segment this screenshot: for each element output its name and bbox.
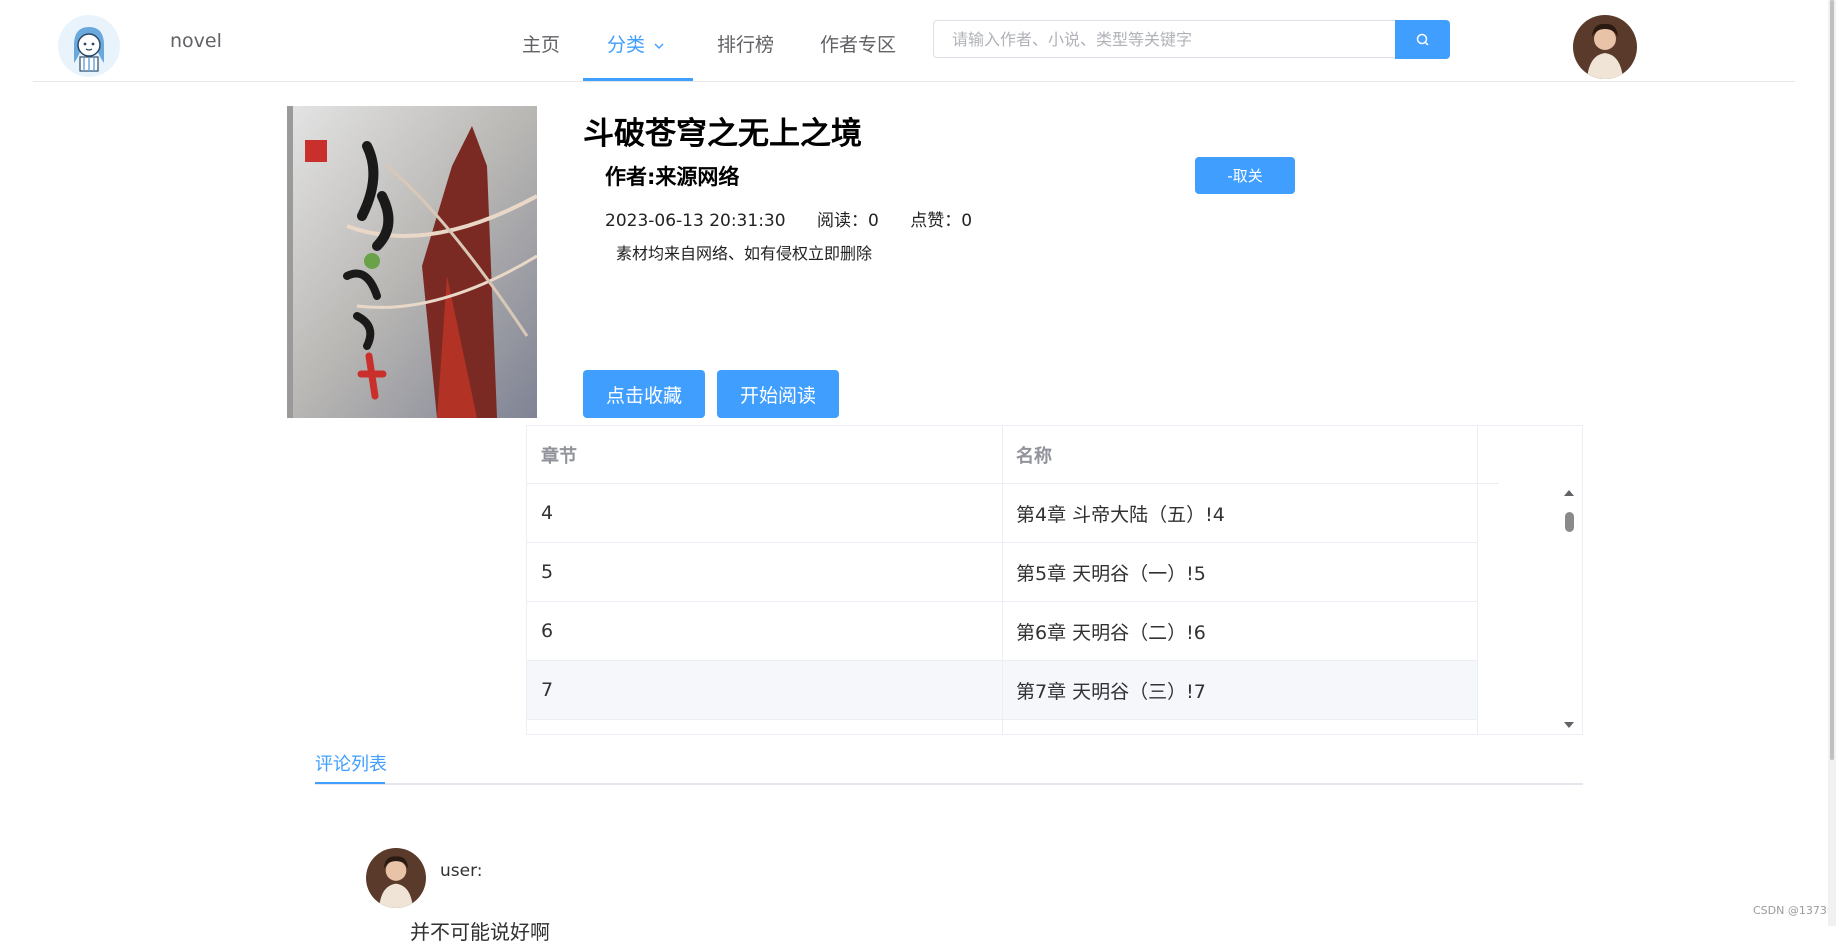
chapter-name: 第5章 天明谷（一）!5 [1016,562,1206,585]
nav-home[interactable]: 主页 [522,30,560,57]
column-header-gutter [1477,426,1499,484]
column-divider [1002,426,1003,734]
user-avatar[interactable] [1573,15,1637,79]
book-cover-image [287,106,537,418]
nav-author-zone[interactable]: 作者专区 [820,30,896,57]
top-navbar: novel 主页 分类 排行榜 作者专区 [0,0,1836,82]
cover-spine [287,106,293,418]
chapter-number: 7 [541,679,554,701]
like-count: 点赞：0 [910,211,973,231]
nav-category[interactable]: 分类 [607,30,665,57]
tab-active-indicator [315,782,385,784]
book-title: 斗破苍穹之无上之境 [583,116,862,152]
chapter-table: 章节 名称 4 第4章 斗帝大陆（五）!4 5 第5章 天明谷（一）!5 6 第… [526,425,1583,735]
chevron-down-icon [654,43,664,49]
publish-datetime: 2023-06-13 20:31:30 [605,211,786,231]
chapter-name: 第6章 天明谷（二）!6 [1016,621,1206,644]
book-description: 素材均来自网络、如有侵权立即删除 [616,244,873,263]
tab-comment-list[interactable]: 评论列表 [315,750,387,776]
girl-logo-icon [59,16,119,76]
book-author: 作者:来源网络 [605,165,740,189]
header-divider [33,81,1795,82]
tab-bar-divider [315,783,1583,785]
avatar-photo-icon [366,848,426,908]
comment-username: user: [440,861,483,881]
chapter-number: 4 [541,502,554,524]
chapter-number: 5 [541,561,554,583]
scroll-down-icon[interactable] [1562,719,1576,731]
search-input[interactable] [933,20,1395,58]
watermark: CSDN @1373i [1753,904,1830,917]
search-icon [1416,33,1429,46]
chapter-name: 第7章 天明谷（三）!7 [1016,680,1206,703]
chapter-name: 第4章 斗帝大陆（五）!4 [1016,503,1225,526]
book-cover [287,106,537,418]
read-count: 阅读：0 [816,211,879,231]
book-meta: 2023-06-13 20:31:30 阅读：0 点赞：0 [605,206,998,231]
site-logo[interactable] [58,15,120,77]
start-reading-button[interactable]: 开始阅读 [717,370,839,418]
column-header-name[interactable]: 名称 [1002,426,1477,484]
scroll-up-icon[interactable] [1562,487,1576,499]
chapter-number: 6 [541,620,554,642]
collect-button[interactable]: 点击收藏 [583,370,705,418]
avatar-photo-icon [1573,15,1637,79]
nav-category-label: 分类 [607,34,646,56]
column-divider [1477,426,1478,734]
table-scrollbar[interactable] [1562,487,1576,735]
unfollow-button[interactable]: -取关 [1195,157,1295,194]
column-header-chapter[interactable]: 章节 [527,426,1002,484]
brand-name[interactable]: novel [170,30,222,52]
page-scroll-thumb[interactable] [1830,0,1834,760]
table-scroll-thumb[interactable] [1565,512,1574,532]
nav-ranking[interactable]: 排行榜 [717,30,774,57]
search-button[interactable] [1395,20,1450,59]
comment-avatar [366,848,426,908]
comment-text: 并不可能说好啊 [410,920,550,944]
